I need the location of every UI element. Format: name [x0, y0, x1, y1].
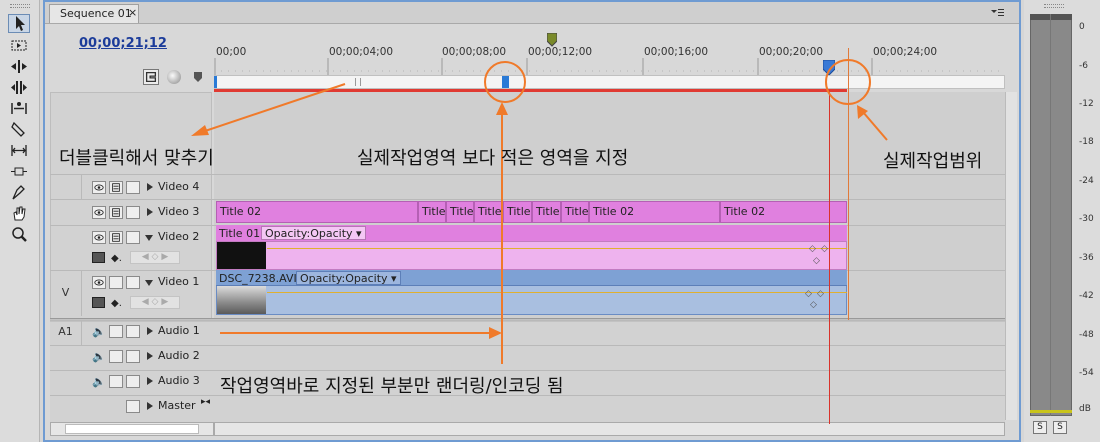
annotation-double-click: 더블클릭해서 맞추기 [59, 148, 214, 169]
meter-bar [1030, 14, 1072, 416]
meter-peak [1030, 14, 1072, 20]
annotation-smaller-area: 실제작업영역 보다 적은 영역을 지정 [357, 148, 629, 169]
tools-panel [0, 0, 40, 442]
hand-tool-icon[interactable] [8, 204, 30, 223]
slide-tool-icon[interactable] [8, 162, 30, 181]
solo-left-button[interactable]: S [1033, 421, 1047, 434]
selection-tool-icon[interactable] [8, 14, 30, 33]
panel-grip[interactable] [10, 4, 30, 8]
zoom-tool-icon[interactable] [8, 225, 30, 244]
meter-level [1030, 410, 1072, 413]
meter-label: -6 [1079, 61, 1088, 71]
meter-label: -48 [1079, 330, 1094, 340]
rate-stretch-tool-icon[interactable] [8, 99, 30, 118]
meter-label: 0 [1079, 22, 1085, 32]
annotation-work-range: 실제작업범위 [883, 151, 983, 172]
meter-label: -18 [1079, 137, 1094, 147]
meter-divider [1050, 14, 1051, 416]
audio-meter-panel: 0 -6 -12 -18 -24 -30 -36 -42 -48 -54 dB … [1024, 0, 1100, 442]
panel-grip[interactable] [1044, 4, 1064, 8]
meter-label: -30 [1079, 214, 1094, 224]
annotation-render-note: 작업영역바로 지정된 부분만 랜더링/인코딩 됨 [220, 376, 564, 397]
rolling-edit-tool-icon[interactable] [8, 78, 30, 97]
razor-tool-icon[interactable] [8, 120, 30, 139]
meter-label: dB [1079, 404, 1091, 414]
meter-label: -12 [1079, 99, 1094, 109]
pen-tool-icon[interactable] [8, 183, 30, 202]
meter-label: -36 [1079, 253, 1094, 263]
meter-label: -42 [1079, 291, 1094, 301]
solo-right-button[interactable]: S [1053, 421, 1067, 434]
meter-label: -24 [1079, 176, 1094, 186]
track-select-tool-icon[interactable] [8, 36, 30, 55]
slip-tool-icon[interactable] [8, 141, 30, 160]
meter-label: -54 [1079, 368, 1094, 378]
ripple-edit-tool-icon[interactable] [8, 57, 30, 76]
sequence-panel: Sequence 01 × 00;00;21;12 00;00 00;00;04… [43, 0, 1021, 442]
